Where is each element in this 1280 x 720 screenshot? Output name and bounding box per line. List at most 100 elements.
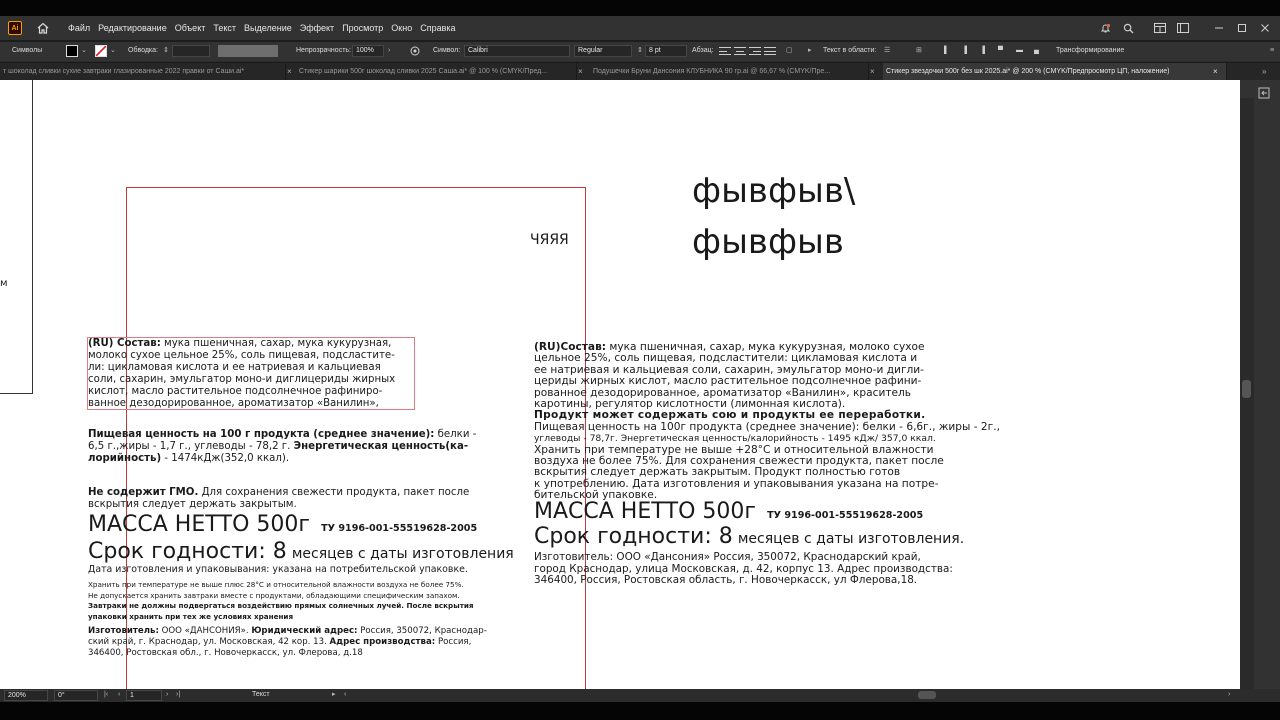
right-composition[interactable]: (RU)Состав: мука пшеничная, сахар, мука … bbox=[534, 341, 1000, 502]
tab-3[interactable]: Подушечки Бруни Дансония КЛУБНИКА 90 гр.… bbox=[590, 63, 869, 81]
right-mass-line[interactable]: МАССА НЕТТО 500г ТУ 9196-001-55519628-20… bbox=[534, 499, 923, 524]
first-artboard-icon[interactable]: |‹ bbox=[104, 690, 108, 700]
big-text-line-2[interactable]: фывфыв bbox=[692, 222, 844, 262]
fill-dropdown-icon[interactable]: ⌄ bbox=[81, 46, 87, 56]
left-storage[interactable]: Хранить при температуре не выше плюс 28°… bbox=[88, 580, 474, 622]
date-line[interactable]: Дата изготовления и упаковывания: указан… bbox=[88, 564, 468, 575]
font-style-field[interactable]: Regular bbox=[574, 45, 632, 57]
left-composition[interactable]: (RU) Состав: мука пшеничная, сахар, мука… bbox=[88, 338, 395, 410]
tabs-overflow-icon[interactable]: » bbox=[1262, 63, 1266, 81]
menu-edit[interactable]: Редактирование bbox=[98, 23, 167, 33]
close-tab-1-icon[interactable]: × bbox=[287, 63, 292, 81]
status-arrow-icon[interactable]: ▸ bbox=[332, 690, 336, 700]
tab-label: Стикер звездочки 500г без шк 2025.ai* @ … bbox=[886, 68, 1170, 75]
justify-icon[interactable] bbox=[764, 46, 776, 56]
menu-view[interactable]: Просмотр bbox=[342, 23, 383, 33]
menu-file[interactable]: Файл bbox=[68, 23, 90, 33]
horizontal-scroll-thumb[interactable] bbox=[918, 691, 936, 699]
scroll-left-icon[interactable]: ‹ bbox=[344, 690, 346, 700]
font-family-field[interactable]: Calibri bbox=[464, 45, 570, 57]
variable-width-field[interactable] bbox=[218, 45, 278, 57]
canvas[interactable]: м ЧЯЯЯ фывфыв\ фывфыв (RU) Состав: мука … bbox=[0, 80, 1240, 689]
next-artboard-icon[interactable]: › bbox=[166, 690, 168, 700]
stray-text[interactable]: ЧЯЯЯ bbox=[530, 232, 569, 248]
stroke-swatch[interactable] bbox=[95, 45, 107, 57]
tab-4-active[interactable]: Стикер звездочки 500г без шк 2025.ai* @ … bbox=[883, 63, 1227, 81]
notifications-icon[interactable] bbox=[1098, 21, 1112, 35]
close-tab-2-icon[interactable]: × bbox=[578, 63, 583, 81]
panel-toggle-icon[interactable] bbox=[1258, 84, 1270, 99]
align-artboard-icon[interactable]: ⊞ bbox=[916, 46, 922, 56]
composition-line: ли: цикламовая кислота и ее натриевая и … bbox=[88, 362, 381, 373]
fill-swatch[interactable] bbox=[66, 45, 78, 57]
big-text-line-1[interactable]: фывфыв\ bbox=[692, 171, 855, 211]
last-artboard-icon[interactable]: ›| bbox=[176, 690, 180, 700]
tab-2[interactable]: Стикер шарики 500г шоколад сливки 2025 С… bbox=[296, 63, 577, 81]
menu-effect[interactable]: Эффект bbox=[300, 23, 334, 33]
opacity-field[interactable]: 100% bbox=[352, 45, 384, 57]
tu-code: ТУ 9196-001-55519628-2005 bbox=[321, 523, 478, 534]
shelf-life-note: месяцев с даты изготовления bbox=[291, 546, 514, 562]
align-bottom-icon[interactable]: ▄ bbox=[1034, 46, 1039, 56]
panel-menu-icon[interactable]: ≡ bbox=[1270, 46, 1274, 56]
status-mode[interactable]: Текст bbox=[252, 690, 270, 700]
home-icon[interactable] bbox=[36, 21, 50, 35]
shelf-life: Срок годности: 8 bbox=[88, 539, 287, 564]
align-right-edges-icon[interactable]: ▐ bbox=[980, 46, 985, 56]
align-hcenter-icon[interactable]: ▐ bbox=[962, 46, 967, 56]
vertical-scroll-thumb[interactable] bbox=[1242, 380, 1251, 398]
close-window-icon[interactable] bbox=[1258, 21, 1272, 35]
align-left-icon[interactable] bbox=[719, 46, 731, 56]
align-top-icon[interactable]: ▀ bbox=[998, 46, 1003, 56]
prev-artboard-icon[interactable]: ‹ bbox=[118, 690, 120, 700]
menu-object[interactable]: Объект bbox=[175, 23, 206, 33]
minimize-icon[interactable] bbox=[1212, 21, 1226, 35]
zoom-field[interactable]: 200% bbox=[4, 690, 48, 701]
rotation-field[interactable]: 0° bbox=[54, 690, 98, 701]
stroke-weight-field[interactable] bbox=[172, 45, 210, 57]
menu-help[interactable]: Справка bbox=[420, 23, 455, 33]
close-tab-4-icon[interactable]: × bbox=[1213, 63, 1218, 81]
right-manufacturer[interactable]: Изготовитель: ООО «Дансония» Россия, 350… bbox=[534, 551, 953, 587]
left-gmo[interactable]: Не содержит ГМО. Для сохранения свежести… bbox=[88, 487, 469, 511]
opacity-arrow-icon[interactable]: › bbox=[388, 46, 390, 56]
align-left-edges-icon[interactable]: ▌ bbox=[944, 46, 949, 56]
align-vcenter-icon[interactable]: ▬ bbox=[1016, 46, 1023, 56]
maximize-icon[interactable] bbox=[1235, 21, 1249, 35]
menu-select[interactable]: Выделение bbox=[244, 23, 292, 33]
window-top-strip bbox=[0, 0, 1280, 16]
stroke-dropdown-icon[interactable]: ⌄ bbox=[110, 46, 116, 56]
recolor-icon[interactable] bbox=[410, 46, 420, 60]
left-shelf-line[interactable]: Срок годности: 8 месяцев с даты изготовл… bbox=[88, 539, 514, 564]
right-shelf-line[interactable]: Срок годности: 8 месяцев с даты изготовл… bbox=[534, 524, 964, 549]
text-area-label[interactable]: Текст в области: bbox=[823, 46, 876, 56]
shelf-life: Срок годности: 8 bbox=[534, 524, 733, 549]
opacity-label[interactable]: Непрозрачность: bbox=[296, 46, 351, 56]
left-nutrition[interactable]: Пищевая ценность на 100 г продукта (сред… bbox=[88, 429, 476, 465]
text-area-arrow-icon[interactable]: ▸ bbox=[808, 46, 812, 56]
stroke-label[interactable]: Обводка: bbox=[128, 46, 158, 56]
paragraph-label[interactable]: Абзац: bbox=[692, 46, 714, 56]
text-area-options-icon[interactable]: ☰ bbox=[884, 46, 890, 56]
size-stepper-icon[interactable]: ⇕ bbox=[637, 46, 643, 56]
menu-window[interactable]: Окно bbox=[391, 23, 412, 33]
transform-button[interactable]: Трансформирование bbox=[1056, 46, 1124, 56]
menu-type[interactable]: Текст bbox=[213, 23, 236, 33]
align-right-icon[interactable] bbox=[749, 46, 761, 56]
text-mode-icon[interactable]: ▢ bbox=[786, 46, 793, 56]
font-label[interactable]: Символ: bbox=[433, 46, 460, 56]
close-tab-3-icon[interactable]: × bbox=[870, 63, 875, 81]
left-manufacturer[interactable]: Изготовитель: ООО «ДАНСОНИЯ». Юридически… bbox=[88, 626, 487, 659]
align-center-icon[interactable] bbox=[734, 46, 746, 56]
arrange-documents-icon[interactable] bbox=[1153, 21, 1167, 35]
nutrition-label: Пищевая ценность на 100 г продукта (сред… bbox=[88, 429, 435, 440]
artboard-number-field[interactable]: 1 bbox=[126, 690, 162, 701]
left-mass-line[interactable]: МАССА НЕТТО 500г ТУ 9196-001-55519628-20… bbox=[88, 512, 477, 537]
scroll-right-icon[interactable]: › bbox=[1228, 690, 1230, 700]
tab-1[interactable]: т шоколад сливки сухие завтраки глазиров… bbox=[0, 63, 286, 81]
workspace-icon[interactable] bbox=[1176, 21, 1190, 35]
search-icon[interactable] bbox=[1121, 21, 1135, 35]
app-logo: Ai bbox=[8, 21, 22, 35]
stroke-stepper-icon[interactable]: ⇕ bbox=[163, 46, 169, 56]
font-size-field[interactable]: 8 pt bbox=[645, 45, 687, 57]
